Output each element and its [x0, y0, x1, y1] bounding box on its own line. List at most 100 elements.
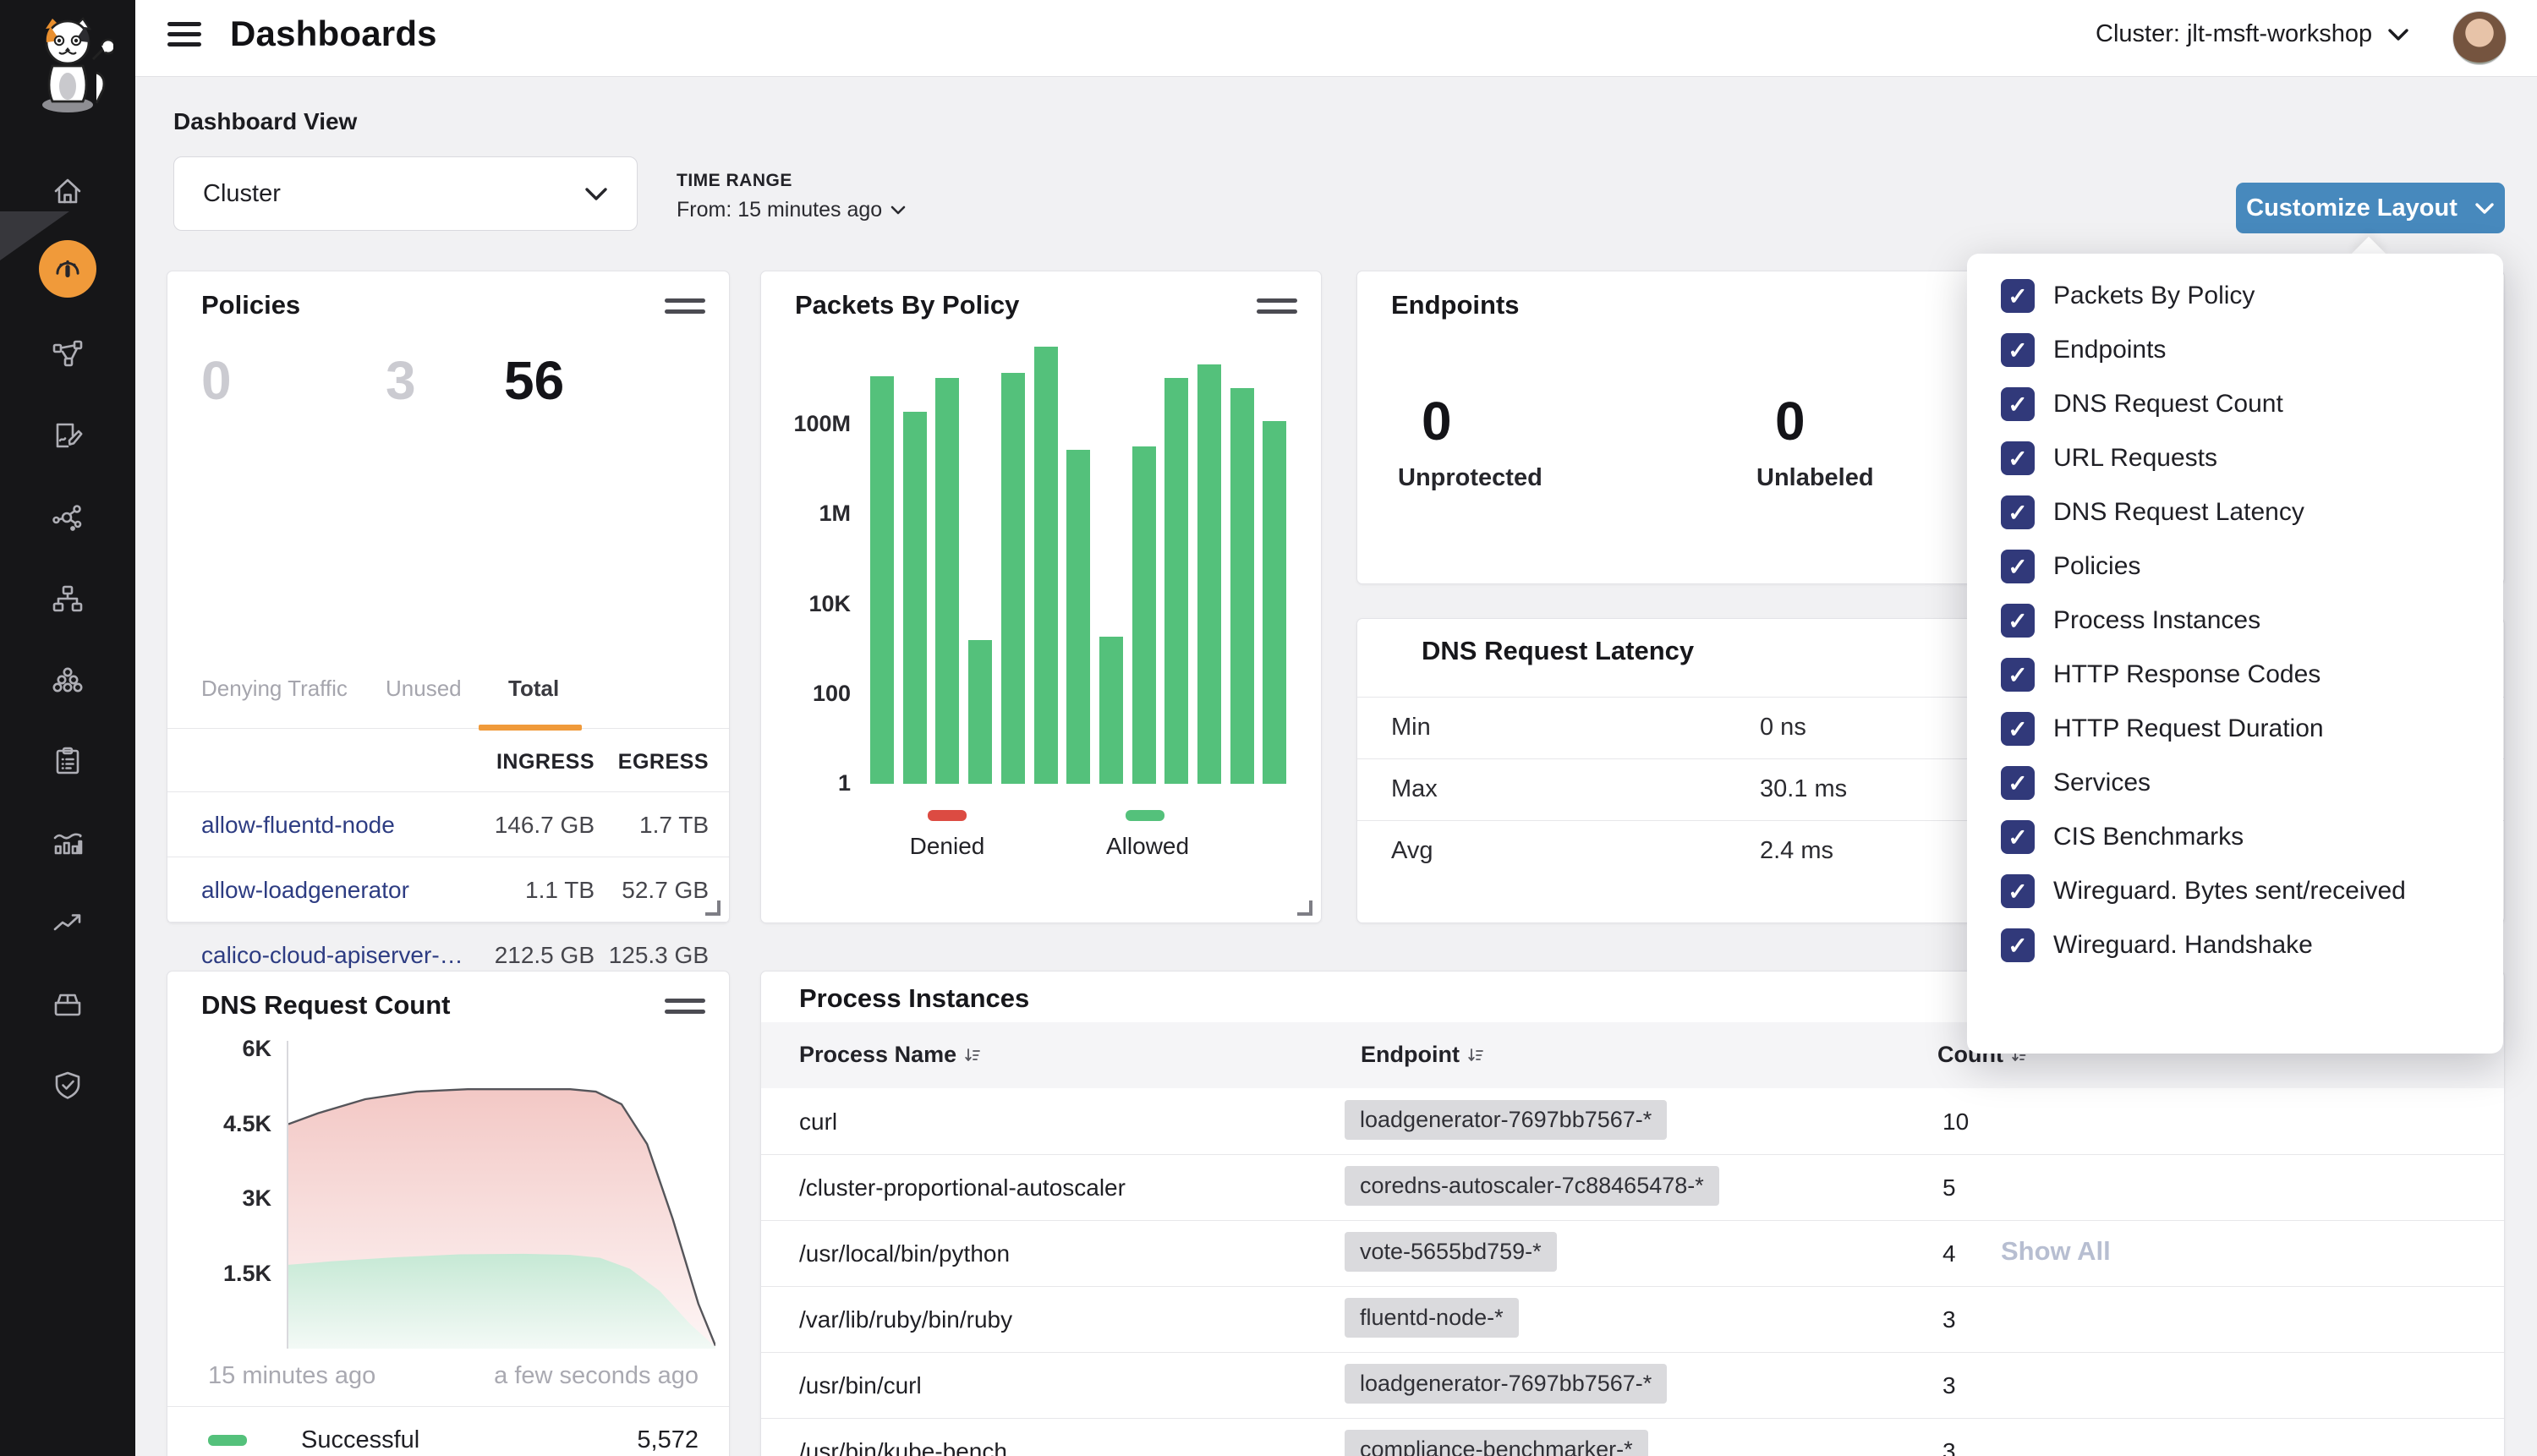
bar-allowed	[935, 378, 959, 784]
unlabeled-label: Unlabeled	[1756, 464, 1874, 492]
legend-swatch-denied	[928, 810, 967, 821]
sidebar-item-service-graph[interactable]	[42, 328, 93, 379]
packets-bar-chart	[858, 335, 1298, 784]
menu-item-label: CIS Benchmarks	[2053, 823, 2244, 851]
y-axis-tick-label: 1.5K	[167, 1261, 271, 1287]
resize-handle-icon[interactable]	[1297, 900, 1312, 916]
policies-stat-label: Unused	[386, 676, 462, 702]
checkbox-checked-icon[interactable]: ✓	[2001, 550, 2035, 583]
divider	[167, 1406, 729, 1407]
process-card-title: Process Instances	[799, 983, 1029, 1014]
policies-stat-value: 3	[386, 349, 416, 412]
y-axis-tick-label: 1M	[761, 501, 851, 527]
resize-handle-icon[interactable]	[705, 900, 721, 916]
menu-item-http-request-duration[interactable]: ✓HTTP Request Duration	[2001, 712, 2324, 746]
endpoints-card-title: Endpoints	[1391, 290, 1520, 320]
unlabeled-value: 0	[1756, 390, 1874, 452]
checkbox-checked-icon[interactable]: ✓	[2001, 658, 2035, 692]
flow-visualization-icon	[51, 501, 85, 534]
sidebar-item-network-sets[interactable]	[42, 573, 93, 624]
process-count-cell: 3	[1942, 1306, 1956, 1333]
checkbox-checked-icon[interactable]: ✓	[2001, 712, 2035, 746]
dns-latency-card-title: DNS Request Latency	[1422, 636, 1694, 666]
menu-item-policies[interactable]: ✓Policies	[2001, 550, 2140, 583]
sidebar-item-trends[interactable]	[42, 898, 93, 949]
unprotected-stat: 0 Unprotected	[1398, 390, 1542, 492]
sidebar-item-activity[interactable]	[42, 817, 93, 868]
cluster-selector[interactable]: Cluster: jlt-msft-workshop	[2096, 20, 2409, 48]
policies-icon	[51, 419, 85, 452]
total-tab-underline	[479, 725, 582, 731]
menu-item-wireguard-bytes-sent-received[interactable]: ✓ Wireguard. Bytes sent/received	[2001, 874, 2406, 908]
legend-label-allowed: Allowed	[1106, 833, 1184, 860]
sidebar-nav	[0, 0, 135, 1456]
y-axis-tick-label: 100	[761, 681, 851, 707]
process-endpoint-cell: compliance-benchmarker-*	[1345, 1430, 1648, 1456]
drag-handle-icon[interactable]	[1257, 298, 1297, 320]
column-header-process-name[interactable]: Process Name	[799, 1042, 982, 1068]
customize-layout-button[interactable]: Customize Layout	[2236, 183, 2505, 233]
menu-item-label: Wireguard. Bytes sent/received	[2053, 877, 2406, 906]
menu-item-endpoints[interactable]: ✓Endpoints	[2001, 333, 2166, 367]
x-axis-label-end: a few seconds ago	[459, 1362, 699, 1390]
policies-stat-value: 56	[504, 349, 564, 412]
customize-layout-menu: ✓Packets By Policy✓Endpoints✓DNS Request…	[1967, 254, 2503, 1054]
sidebar-item-image-assurance[interactable]	[42, 979, 93, 1030]
menu-item-label: HTTP Response Codes	[2053, 660, 2321, 689]
checkbox-checked-icon[interactable]: ✓	[2001, 874, 2035, 908]
menu-item-url-requests[interactable]: ✓ URL Requests	[2001, 441, 2217, 475]
menu-item-wireguard-handshake[interactable]: ✓ Wireguard. Handshake	[2001, 928, 2313, 962]
policy-egress-value: 1.7 TB	[167, 812, 709, 839]
menu-item-dns-request-latency[interactable]: ✓DNS Request Latency	[2001, 495, 2304, 529]
menu-item-packets-by-policy[interactable]: ✓Packets By Policy	[2001, 279, 2255, 313]
process-endpoint-cell: loadgenerator-7697bb7567-*	[1345, 1364, 1667, 1404]
table-row: allow-fluentd-node146.7 GB1.7 TB	[167, 791, 729, 857]
menu-hamburger-icon[interactable]	[167, 22, 201, 51]
menu-item-label: DNS Request Count	[2053, 390, 2283, 419]
checkbox-checked-icon[interactable]: ✓	[2001, 279, 2035, 313]
menu-item-services[interactable]: ✓Services	[2001, 766, 2151, 800]
drag-handle-icon[interactable]	[665, 999, 705, 1021]
sidebar-item-home[interactable]	[42, 166, 93, 216]
checkbox-checked-icon[interactable]: ✓	[2001, 604, 2035, 638]
process-count-cell: 5	[1942, 1174, 1956, 1201]
dns-count-area-chart	[288, 1041, 715, 1349]
policies-stat-label: Denying Traffic	[201, 676, 348, 702]
policies-stat-value: 0	[201, 349, 232, 412]
table-row: allow-loadgenerator1.1 TB52.7 GB	[167, 857, 729, 922]
checkbox-checked-icon[interactable]: ✓	[2001, 928, 2035, 962]
menu-item-cis-benchmarks[interactable]: ✓ CIS Benchmarks	[2001, 820, 2244, 854]
time-range-selector[interactable]: From: 15 minutes ago	[677, 198, 906, 222]
menu-item-http-response-codes[interactable]: ✓ HTTP Response Codes	[2001, 658, 2321, 692]
sidebar-item-policies[interactable]	[42, 410, 93, 461]
latency-row-value: 2.4 ms	[1760, 837, 1833, 865]
checkbox-checked-icon[interactable]: ✓	[2001, 333, 2035, 367]
sidebar-item-clusters[interactable]	[42, 654, 93, 705]
column-header-endpoint[interactable]: Endpoint	[1361, 1042, 1485, 1068]
process-name-cell: /usr/local/bin/python	[799, 1240, 1010, 1267]
menu-item-label: Wireguard. Handshake	[2053, 931, 2313, 960]
sidebar-item-compliance[interactable]	[42, 736, 93, 786]
sidebar-item-threat-defense[interactable]	[42, 1060, 93, 1111]
menu-item-process-instances[interactable]: ✓Process Instances	[2001, 604, 2260, 638]
checkbox-checked-icon[interactable]: ✓	[2001, 387, 2035, 421]
packets-by-policy-card: Packets By Policy 100M1M10K1001 DeniedAl…	[760, 271, 1322, 923]
sidebar-item-dashboard[interactable]	[39, 240, 96, 298]
unprotected-value: 0	[1398, 390, 1542, 452]
dashboard-view-select[interactable]: Cluster	[173, 156, 638, 231]
sidebar-item-flow-visualization[interactable]	[42, 492, 93, 543]
x-axis-label-start: 15 minutes ago	[208, 1362, 375, 1390]
checkbox-checked-icon[interactable]: ✓	[2001, 495, 2035, 529]
checkbox-checked-icon[interactable]: ✓	[2001, 820, 2035, 854]
table-row: /usr/local/bin/pythonvote-5655bd759-*4	[761, 1220, 2504, 1286]
unlabeled-stat: 0 Unlabeled	[1756, 390, 1874, 492]
show-all-link[interactable]: Show All	[2001, 1236, 2111, 1267]
checkbox-checked-icon[interactable]: ✓	[2001, 441, 2035, 475]
checkbox-checked-icon[interactable]: ✓	[2001, 766, 2035, 800]
y-axis-tick-label: 4.5K	[167, 1111, 271, 1137]
menu-item-dns-request-count[interactable]: ✓ DNS Request Count	[2001, 387, 2283, 421]
y-axis-tick-label: 100M	[761, 411, 851, 437]
drag-handle-icon[interactable]	[665, 298, 705, 320]
user-avatar[interactable]	[2452, 11, 2507, 65]
menu-item-label: URL Requests	[2053, 444, 2217, 473]
